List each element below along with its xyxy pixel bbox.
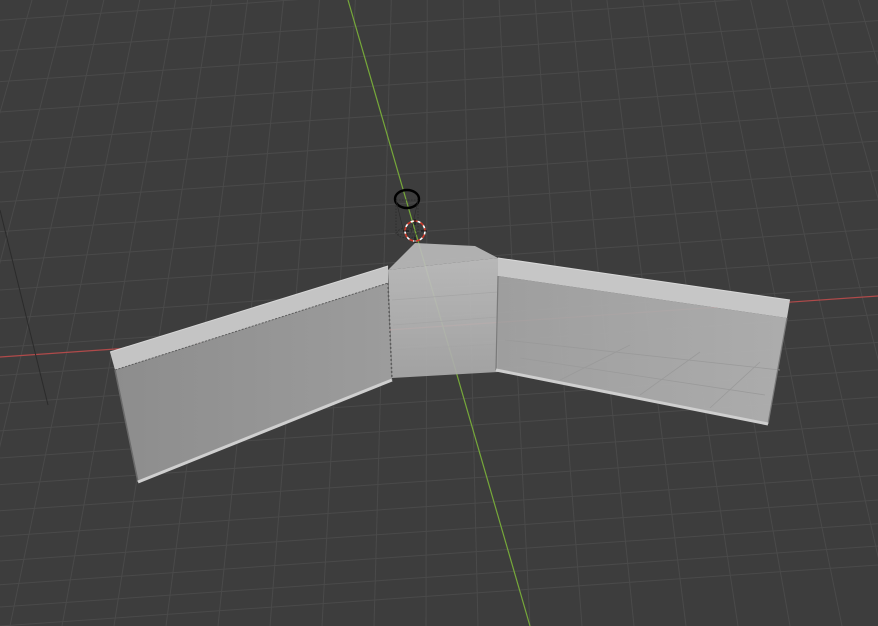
3d-viewport[interactable] — [0, 0, 878, 626]
guide-line — [0, 209, 49, 406]
wall-left[interactable] — [109, 265, 393, 484]
wall-right[interactable] — [495, 257, 791, 426]
cylinder-top-outline[interactable] — [393, 188, 421, 210]
floor-wedge[interactable] — [388, 243, 499, 378]
viewport-canvas[interactable] — [0, 0, 878, 626]
